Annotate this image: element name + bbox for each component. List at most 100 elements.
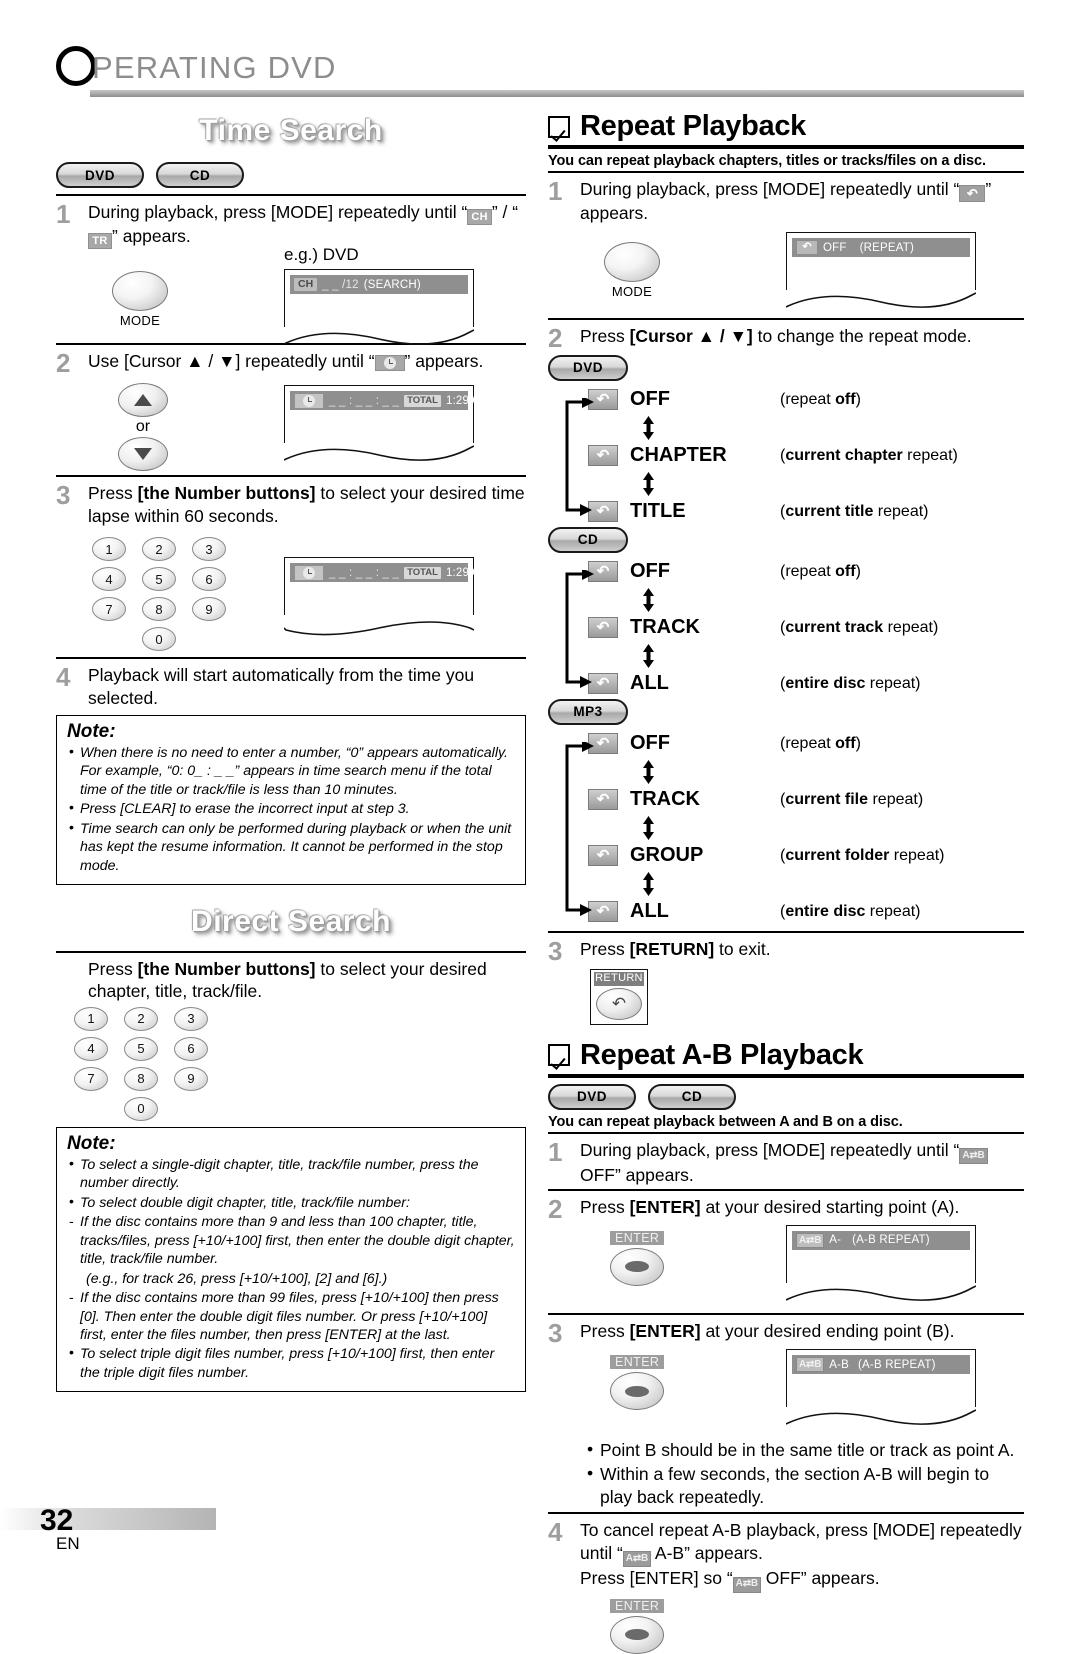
tr-chip-icon: TR <box>88 233 112 250</box>
repeat-ab-step-4: 4 To cancel repeat A-B playback, press [… <box>548 1514 1024 1593</box>
repeat-step-2: 2 Press [Cursor ▲ / ▼] to change the rep… <box>548 320 1024 353</box>
mode-button-1[interactable]: MODE <box>112 271 168 328</box>
step3-bold-a: [the Number buttons] <box>137 483 316 504</box>
step-number: 1 <box>548 176 563 206</box>
repeat-playback-lead: You can repeat playback chapters, titles… <box>548 153 986 169</box>
osd-bar: A⇄B A- (A-B REPEAT) <box>792 1230 970 1250</box>
key-1[interactable]: 1 <box>92 537 126 562</box>
flow-double-arrow <box>588 471 1024 497</box>
osd-clock-icon <box>294 564 324 581</box>
enter-button-2[interactable]: ENTER <box>610 1353 665 1411</box>
repeat-mode-row: ↶ OFF (repeat off) <box>588 385 1024 415</box>
repeat-mode-row: ↶ OFF (repeat off) <box>588 557 1024 587</box>
keypad-row: 1 2 3 <box>92 537 226 562</box>
key-5[interactable]: 5 <box>142 567 176 592</box>
osd-time-display-a: _ _ : _ _ : _ _ TOTAL 1:29:00 <box>284 385 486 464</box>
cursor-up-button[interactable] <box>118 383 168 418</box>
desc-post: ) <box>855 734 861 752</box>
bullet-item: Point B should be in the same title or t… <box>586 1438 1024 1462</box>
key-5[interactable]: 5 <box>124 1036 158 1061</box>
repeat-mode-row: ↶ TITLE (current title repeat) <box>588 497 1024 527</box>
osd-frame: _ _ : _ _ : _ _ TOTAL 1:29:00 <box>284 385 486 444</box>
double-arrow-icon <box>643 471 654 496</box>
osd-total-tag: TOTAL <box>404 566 441 579</box>
key-1[interactable]: 1 <box>74 1006 108 1031</box>
enter-button-1[interactable]: ENTER <box>610 1229 665 1286</box>
page-number-band <box>0 1508 216 1530</box>
direct-search-banner: Direct Search <box>191 905 391 939</box>
enter-button-cap[interactable] <box>610 1372 664 1411</box>
repeat-mode-desc: (current chapter repeat) <box>780 447 958 465</box>
mode-button-2[interactable]: MODE <box>604 242 660 299</box>
return-button[interactable]: RETURN ↶ <box>590 968 648 1025</box>
time-search-step-2: 2 Use [Cursor ▲ / ▼] repeatedly until “ ”… <box>56 345 526 377</box>
key-8[interactable]: 8 <box>124 1066 158 1091</box>
key-2[interactable]: 2 <box>124 1006 158 1031</box>
key-6[interactable]: 6 <box>174 1036 208 1061</box>
keypad-spacer <box>192 627 226 651</box>
badge-dvd: DVD <box>548 1083 636 1110</box>
osd-bar: CH _ _ /12 (SEARCH) <box>290 275 468 295</box>
note-item: To select double digit chapter, title, t… <box>67 1193 515 1212</box>
mode-button-cap[interactable] <box>112 271 168 312</box>
page-number: 32 <box>40 1504 74 1537</box>
osd-bar: _ _ : _ _ : _ _ TOTAL 1:29:00 <box>290 391 486 411</box>
key-7[interactable]: 7 <box>74 1066 108 1091</box>
osd-suffix: (SEARCH) <box>363 278 421 291</box>
repeat-step-1: 1 During playback, press [MODE] repeated… <box>548 173 1024 224</box>
repeat-mode-desc: (entire disc repeat) <box>780 675 921 693</box>
desc-bold: entire disc <box>785 902 866 920</box>
osd-suffix: (A-B REPEAT) <box>858 1358 936 1371</box>
repeat-step-3: 3 Press [RETURN] to exit. <box>548 933 1024 965</box>
step1-figure: MODE e.g.) DVD CH _ _ /12 (SEARCH) <box>56 245 526 345</box>
chapter-title: PERATING DVD <box>92 50 337 85</box>
key-7[interactable]: 7 <box>92 597 126 622</box>
chapter-dropcap-o <box>56 46 96 86</box>
key-0[interactable]: 0 <box>142 627 176 652</box>
key-9[interactable]: 9 <box>192 597 226 622</box>
step-number: 3 <box>548 1317 563 1348</box>
double-arrow-icon <box>643 871 654 896</box>
enter-dot-icon <box>625 1261 649 1273</box>
badge-dvd: DVD <box>56 162 144 188</box>
key-3[interactable]: 3 <box>192 537 226 562</box>
osd-label: OFF <box>823 241 847 254</box>
direct-search-bold: [the Number buttons] <box>137 959 316 980</box>
desc-bold: off <box>835 562 856 580</box>
enter-button-cap[interactable] <box>610 1247 664 1286</box>
desc-bold: off <box>835 734 856 752</box>
badge-cd: CD <box>648 1083 736 1110</box>
direct-search-instruction-row: Press [the Number buttons] to select you… <box>56 953 526 1003</box>
repeat-ab-heading: Repeat A-B Playback <box>548 1039 1024 1078</box>
key-9[interactable]: 9 <box>174 1066 208 1091</box>
key-2[interactable]: 2 <box>142 537 176 562</box>
clock-glyph-icon <box>303 566 315 579</box>
osd-value: A-B <box>829 1358 850 1371</box>
key-0[interactable]: 0 <box>124 1096 158 1121</box>
key-4[interactable]: 4 <box>74 1036 108 1061</box>
flow-loop-arrow <box>560 567 594 694</box>
key-6[interactable]: 6 <box>192 567 226 592</box>
step1-text-pre: During playback, press [MODE] repeatedly… <box>88 202 468 222</box>
clock-chip-icon <box>374 355 405 372</box>
desc-pre: (repeat <box>780 390 836 408</box>
ab-step4-line1-post: A-B” appears. <box>651 1542 763 1563</box>
step-text: Use [Cursor ▲ / ▼] repeatedly until “ ” a… <box>88 350 526 372</box>
enter-button-cap[interactable] <box>610 1615 664 1654</box>
repeat-group-mp3: MP3 ↶ OFF (repeat off) ↶ TRACK (current … <box>548 698 1024 927</box>
key-4[interactable]: 4 <box>92 567 126 592</box>
cursor-down-button[interactable] <box>118 437 168 472</box>
desc-post: repeat) <box>902 446 958 464</box>
repeat-mode-row: ↶ CHAPTER (current chapter repeat) <box>588 441 1024 471</box>
osd-total-tag: TOTAL <box>404 394 441 407</box>
repeat-ab-step2-figure: ENTER A⇄B A- (A-B REPEAT) <box>548 1224 1024 1313</box>
repeat-mode-desc: (repeat off) <box>780 735 861 753</box>
return-button-cap[interactable]: ↶ <box>596 987 642 1020</box>
key-8[interactable]: 8 <box>142 597 176 622</box>
step-number: 3 <box>56 480 71 511</box>
mode-button-cap[interactable] <box>604 242 660 283</box>
step-number: 2 <box>56 348 71 379</box>
enter-button-3[interactable]: ENTER <box>610 1597 665 1654</box>
key-3[interactable]: 3 <box>174 1006 208 1031</box>
osd-time: 1:29:00 <box>445 566 486 579</box>
